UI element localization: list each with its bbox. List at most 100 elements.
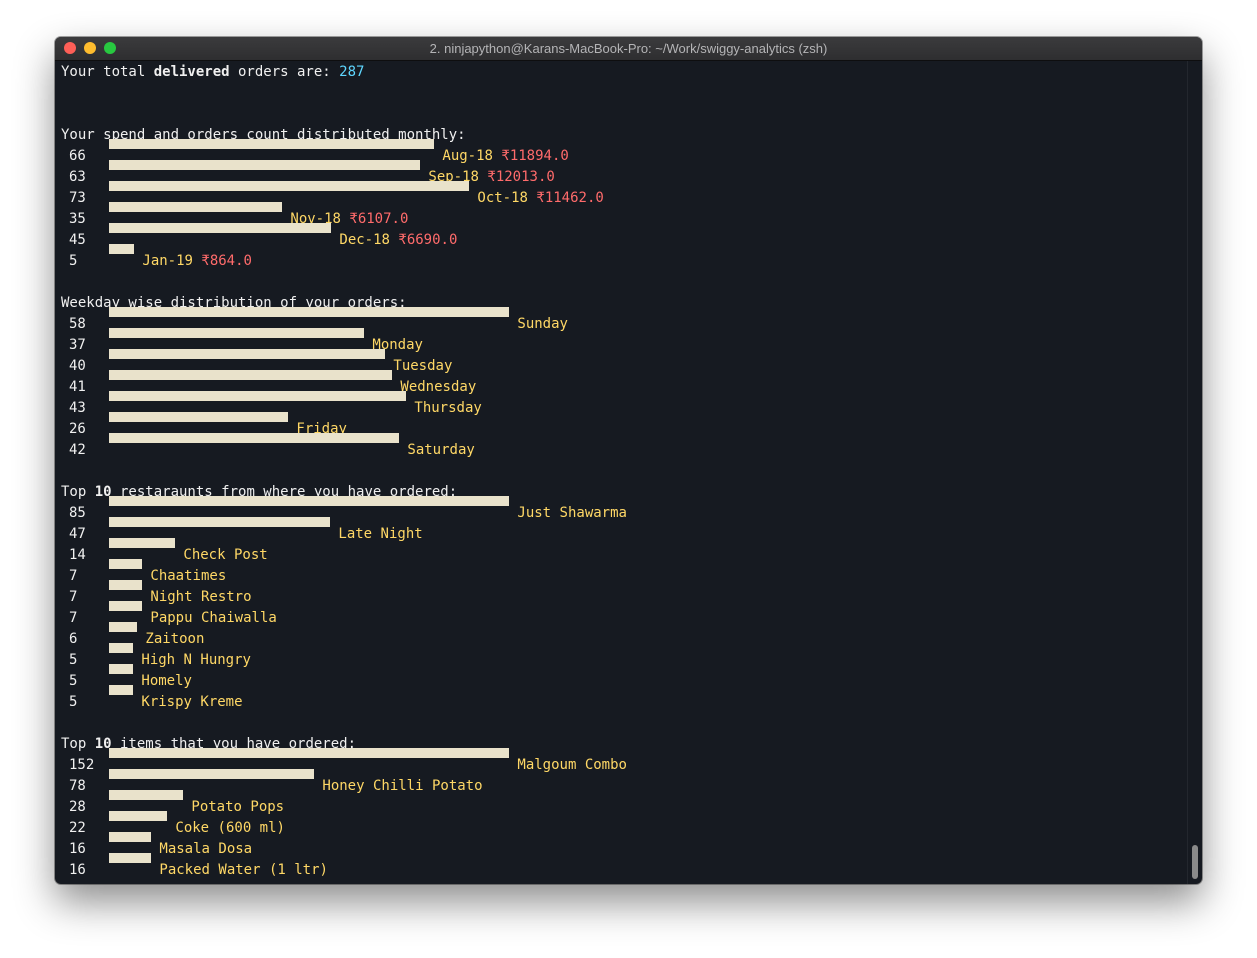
bar-category-label: Night Restro [150, 589, 252, 605]
bar-row: 45 Dec-18 ₹6690.0 [55, 223, 955, 251]
bar [109, 601, 142, 611]
bar-category-label: Honey Chilli Potato [322, 778, 483, 794]
bar-row: 14 Check Post [55, 538, 955, 566]
bar-category-label: Oct-18 ₹11462.0 [477, 190, 604, 206]
title-bar: 2. ninjapython@Karans-MacBook-Pro: ~/Wor… [55, 37, 1202, 61]
bar-value-label: 7 [69, 568, 78, 584]
bar [109, 664, 133, 674]
bar-value-label: 16 [69, 841, 86, 857]
bar-category-label: Just Shawarma [517, 505, 627, 521]
bar-row: 47 Late Night [55, 517, 955, 545]
bar-value-label: 37 [69, 337, 86, 353]
bar [109, 412, 288, 422]
bar-value-label: 42 [69, 442, 86, 458]
bar-category-label: Wednesday [400, 379, 477, 395]
bar-value-label: 14 [69, 547, 86, 563]
window-title: 2. ninjapython@Karans-MacBook-Pro: ~/Wor… [429, 41, 828, 56]
bar-row: 7 Chaatimes [55, 559, 955, 587]
bar-value-label: 28 [69, 799, 86, 815]
bar-row: 22 Coke (600 ml) [55, 811, 955, 839]
bar-row: 16 Packed Water (1 ltr) [55, 853, 955, 881]
bar [109, 643, 133, 653]
bar [109, 559, 142, 569]
bar [109, 160, 420, 170]
bar-category-label: Sunday [517, 316, 568, 332]
bar-category-label: Late Night [338, 526, 423, 542]
terminal-output[interactable]: Your total delivered orders are: 287 You… [55, 61, 1202, 884]
bar-row: 6 Zaitoon [55, 622, 955, 650]
bar-value-label: 63 [69, 169, 86, 185]
bar-value-label: 45 [69, 232, 86, 248]
bar [109, 223, 331, 233]
bar [109, 181, 469, 191]
bar-category-label: Pappu Chaiwalla [150, 610, 277, 626]
bar-category-label: Packed Water (1 ltr) [159, 862, 328, 878]
bar-value-label: 22 [69, 820, 86, 836]
bar [109, 517, 330, 527]
bar-row: 42 Saturday [55, 433, 955, 461]
bar-value-label: 73 [69, 190, 86, 206]
bar-row: 5 Homely [55, 664, 955, 692]
scrollbar-thumb[interactable] [1192, 845, 1198, 879]
bar-value-label: 16 [69, 862, 86, 878]
spend-amount: ₹864.0 [192, 253, 252, 269]
bar-value-label: 66 [69, 148, 86, 164]
bar-row: 5 High N Hungry [55, 643, 955, 671]
bar-value-label: 85 [69, 505, 86, 521]
bar [109, 538, 175, 548]
bar [109, 139, 434, 149]
bar-row: 78 Honey Chilli Potato [55, 769, 955, 797]
bar-category-label: Check Post [183, 547, 268, 563]
bar [109, 433, 399, 443]
bar-value-label: 5 [69, 673, 78, 689]
bar-category-label: Masala Dosa [159, 841, 253, 857]
bar-value-label: 78 [69, 778, 86, 794]
bar-category-label: Saturday [407, 442, 475, 458]
bar-row: 7 Pappu Chaiwalla [55, 601, 955, 629]
bar-value-label: 152 [69, 757, 95, 773]
bar-row: 7 Night Restro [55, 580, 955, 608]
bar-value-label: 5 [69, 253, 78, 269]
bar-row: 28 Potato Pops [55, 790, 955, 818]
bar [109, 349, 385, 359]
bar [109, 685, 133, 695]
bar-value-label: 41 [69, 379, 86, 395]
bar-category-label: Coke (600 ml) [175, 820, 285, 836]
spend-amount: ₹11462.0 [527, 190, 604, 206]
bar [109, 769, 314, 779]
delivered-summary: Your total delivered orders are: 287 [61, 64, 365, 80]
bar [109, 811, 167, 821]
bar [109, 622, 137, 632]
bar [109, 853, 151, 863]
spend-amount: ₹12013.0 [478, 169, 555, 185]
bar-category-label: Thursday [414, 400, 482, 416]
bar [109, 790, 183, 800]
bar-row: 5 Krispy Kreme [55, 685, 955, 713]
spend-amount: ₹6107.0 [340, 211, 409, 227]
bar [109, 202, 282, 212]
bar-category-label: Zaitoon [145, 631, 205, 647]
bar-category-label: Dec-18 ₹6690.0 [339, 232, 458, 248]
bar-category-label: Homely [141, 673, 192, 689]
bar-value-label: 5 [69, 694, 78, 710]
bar-category-label: Tuesday [393, 358, 453, 374]
bar-category-label: Jan-19 ₹864.0 [142, 253, 252, 269]
scroll-track [1187, 61, 1188, 884]
bar-value-label: 47 [69, 526, 86, 542]
bar-category-label: Malgoum Combo [517, 757, 627, 773]
bar-category-label: Aug-18 ₹11894.0 [442, 148, 569, 164]
bar-category-label: Chaatimes [150, 568, 227, 584]
bar-row: 5 Jan-19 ₹864.0 [55, 244, 955, 272]
bar [109, 307, 509, 317]
bar [109, 391, 406, 401]
bar-category-label: Potato Pops [191, 799, 285, 815]
bar [109, 328, 364, 338]
bar-value-label: 7 [69, 589, 78, 605]
bar [109, 580, 142, 590]
bar [109, 370, 392, 380]
bar-value-label: 43 [69, 400, 86, 416]
bar-category-label: High N Hungry [141, 652, 251, 668]
bar [109, 244, 134, 254]
bar-value-label: 58 [69, 316, 86, 332]
terminal-window: 2. ninjapython@Karans-MacBook-Pro: ~/Wor… [55, 37, 1202, 884]
